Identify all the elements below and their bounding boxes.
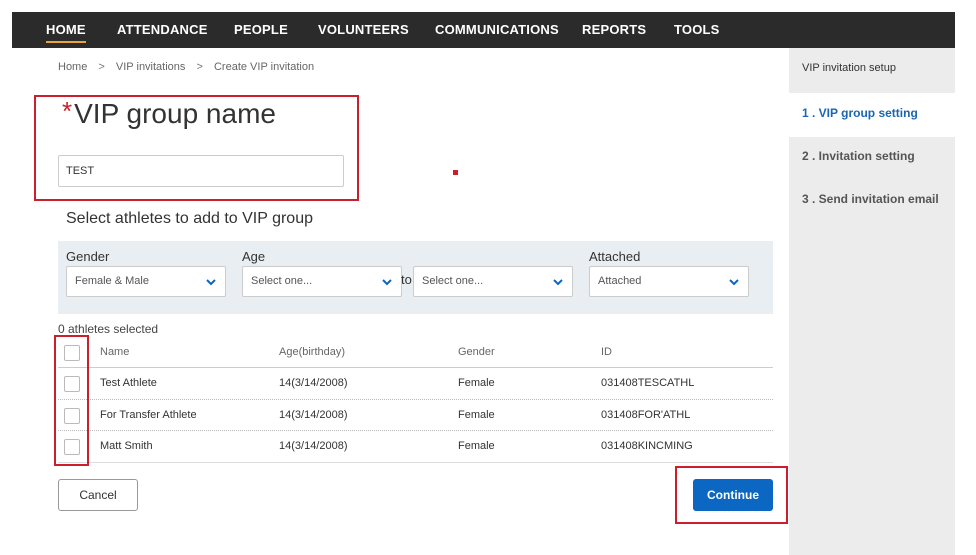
top-nav-bar: HOME ATTENDANCE PEOPLE VOLUNTEERS COMMUN… [12,12,955,48]
age-from-select[interactable]: Select one... [242,266,402,297]
cancel-button[interactable]: Cancel [58,479,138,511]
vip-group-name-input[interactable] [58,155,344,187]
age-filter-label: Age [242,249,266,264]
athlete-age: 14(3/14/2008) [279,440,348,453]
gender-filter-label: Gender [66,249,110,264]
athletes-selected-count: 0 athletes selected [58,322,159,336]
breadcrumb: Home > VIP invitations > Create VIP invi… [58,61,314,73]
sidebar-step-invitation-setting[interactable]: 2 . Invitation setting [802,149,915,163]
gender-select[interactable]: Female & Male [66,266,226,297]
row-checkbox[interactable] [64,376,80,392]
required-mark: * [62,96,73,126]
athlete-age: 14(3/14/2008) [279,408,348,421]
table-row: For Transfer Athlete 14(3/14/2008) Femal… [58,400,773,431]
attached-select-value: Attached [598,275,642,287]
column-header-age: Age(birthday) [279,346,346,358]
age-to-select-value: Select one... [422,275,484,287]
table-row: Test Athlete 14(3/14/2008) Female 031408… [58,368,773,400]
athlete-age: 14(3/14/2008) [279,377,348,390]
column-header-name: Name [100,346,130,358]
athlete-id: 031408KINCMING [601,440,693,453]
gender-select-value: Female & Male [75,275,149,287]
chevron-down-icon [382,279,392,286]
red-marker-dot [453,170,458,175]
select-athletes-title: Select athletes to add to VIP group [66,210,313,227]
attached-select[interactable]: Attached [589,266,749,297]
continue-button[interactable]: Continue [693,479,773,511]
chevron-down-icon [553,279,563,286]
chevron-down-icon [729,279,739,286]
athlete-gender: Female [458,408,495,421]
column-header-gender: Gender [458,346,495,358]
breadcrumb-home[interactable]: Home [58,61,87,73]
setup-steps-sidebar: VIP invitation setup 1 . VIP group setti… [789,48,955,555]
nav-home[interactable]: HOME [46,12,86,48]
age-to-select[interactable]: Select one... [413,266,573,297]
athletes-table: Name Age(birthday) Gender ID Test Athlet… [58,337,773,463]
table-row: Matt Smith 14(3/14/2008) Female 031408KI… [58,431,773,463]
breadcrumb-current: Create VIP invitation [213,61,315,73]
age-from-select-value: Select one... [251,275,313,287]
row-checkbox[interactable] [64,439,80,455]
breadcrumb-separator: > [98,61,105,73]
nav-reports[interactable]: REPORTS [582,12,646,48]
nav-people[interactable]: PEOPLE [234,12,288,48]
athlete-name: Test Athlete [100,377,157,390]
chevron-down-icon [206,279,216,286]
athlete-gender: Female [458,440,495,453]
age-to-label: to [401,272,412,287]
nav-attendance[interactable]: ATTENDANCE [117,12,208,48]
breadcrumb-separator: > [196,61,203,73]
table-header-row: Name Age(birthday) Gender ID [58,337,773,368]
nav-volunteers[interactable]: VOLUNTEERS [318,12,409,48]
sidebar-step-send-invitation-email[interactable]: 3 . Send invitation email [802,192,939,206]
athlete-name: Matt Smith [100,440,153,453]
sidebar-step-vip-group-setting[interactable]: 1 . VIP group setting [802,106,918,120]
attached-filter-label: Attached [589,249,641,264]
select-all-checkbox[interactable] [64,345,80,361]
sidebar-title: VIP invitation setup [802,62,896,74]
nav-communications[interactable]: COMMUNICATIONS [435,12,559,48]
nav-tools[interactable]: TOOLS [674,12,720,48]
vip-group-name-title: *VIP group name [62,96,276,130]
column-header-id: ID [601,346,612,358]
breadcrumb-vip-invitations[interactable]: VIP invitations [116,61,186,73]
vip-group-name-label: VIP group name [74,98,276,129]
athlete-gender: Female [458,377,495,390]
athlete-id: 031408FOR'ATHL [601,408,691,421]
row-checkbox[interactable] [64,407,80,424]
athlete-filter-panel: Gender Female & Male Age Select one... t… [58,241,773,314]
athlete-name: For Transfer Athlete [100,408,197,421]
athlete-id: 031408TESCATHL [601,377,695,390]
